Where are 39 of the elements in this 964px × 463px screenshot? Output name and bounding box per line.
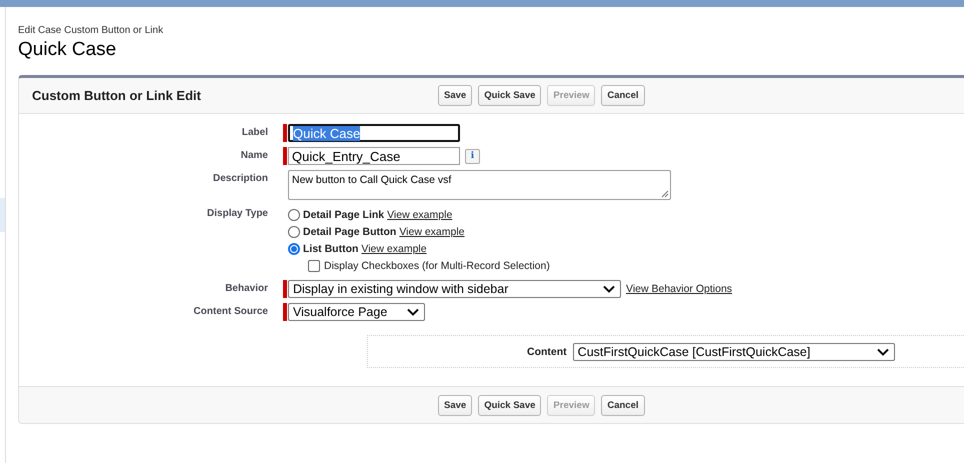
action-button[interactable]: Save — [438, 85, 472, 106]
chevron-down-icon — [407, 308, 419, 316]
description-field[interactable]: New button to Call Quick Case vsf — [288, 170, 671, 200]
field-label: Display Type — [207, 207, 268, 221]
view-example-link[interactable]: View example — [361, 243, 427, 255]
field-label: Label — [242, 126, 268, 140]
chevron-down-icon — [603, 285, 615, 293]
field-label: Behavior — [225, 282, 268, 296]
action-button[interactable]: Cancel — [601, 394, 644, 416]
radio-button[interactable] — [288, 209, 300, 221]
field-label: Content Source — [194, 305, 268, 319]
radio-button[interactable] — [288, 226, 300, 238]
action-button[interactable]: Cancel — [601, 85, 644, 106]
breadcrumb: Edit Case Custom Button or Link — [18, 25, 164, 36]
info-button[interactable]: i — [465, 148, 480, 164]
field-label: Name — [240, 149, 268, 163]
page-title: Quick Case — [18, 39, 116, 61]
dropdown[interactable]: Display in existing window with sidebar — [288, 280, 621, 298]
option-label: List Button — [303, 243, 358, 255]
checkbox-label: Display Checkboxes (for Multi-Record Selection) — [324, 260, 550, 272]
option-label: Detail Page Link — [303, 209, 384, 221]
field-label: Description — [212, 172, 268, 186]
view-example-link[interactable]: View example — [387, 209, 452, 221]
panel-title: Custom Button or Link Edit — [31, 88, 201, 103]
input-field[interactable]: Quick Case — [288, 124, 460, 142]
resize-grip-icon — [661, 190, 669, 198]
checkbox[interactable] — [308, 260, 320, 272]
chevron-down-icon — [876, 348, 889, 356]
field-label: Content — [527, 346, 567, 358]
option-label: Detail Page Button — [303, 226, 396, 238]
radio-button[interactable] — [288, 243, 300, 255]
dropdown[interactable]: Visualforce Page — [288, 303, 425, 321]
action-button[interactable]: Save — [438, 394, 472, 416]
view-example-link[interactable]: View example — [399, 226, 465, 238]
behavior-options-link[interactable]: View Behavior Options — [626, 283, 732, 295]
action-button[interactable]: Quick Save — [478, 85, 542, 106]
action-button[interactable]: Quick Save — [478, 394, 542, 416]
input-field[interactable]: Quick_Entry_Case — [288, 147, 460, 165]
dropdown[interactable]: CustFirstQuickCase [CustFirstQuickCase] — [572, 342, 895, 360]
